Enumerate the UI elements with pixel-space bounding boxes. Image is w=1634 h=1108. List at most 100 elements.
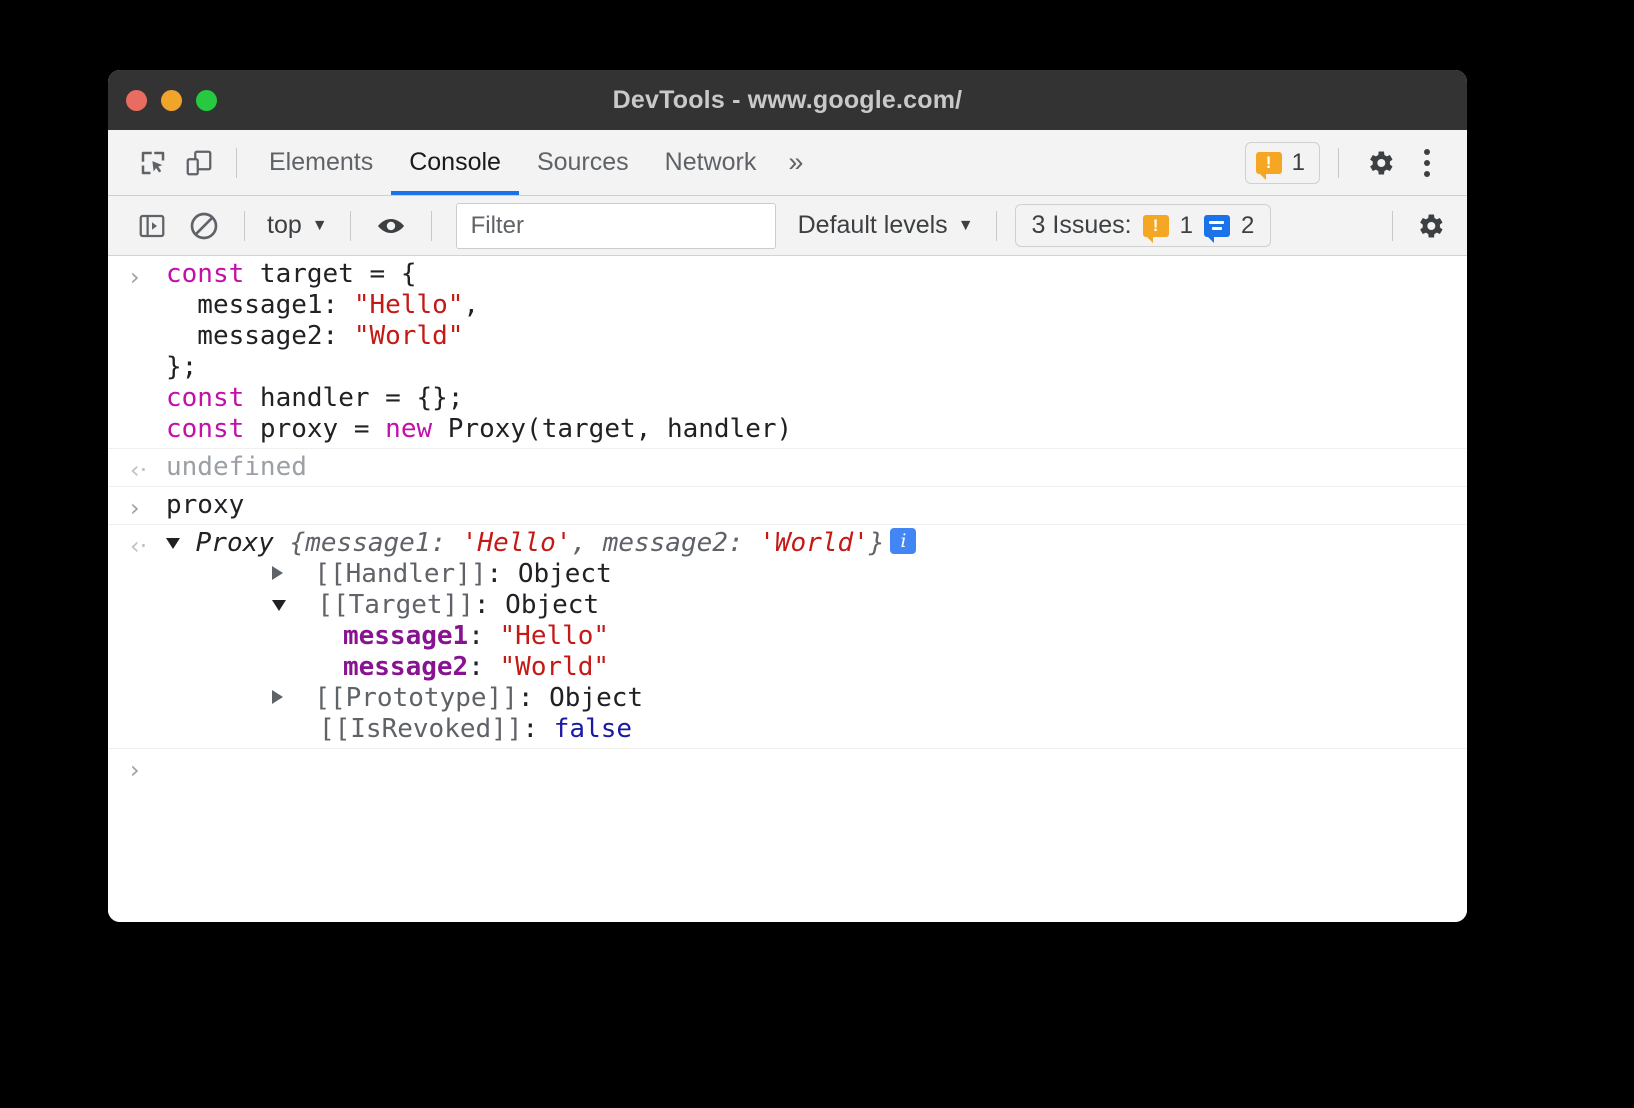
warning-count-chip[interactable]: ! 1 (1245, 142, 1320, 184)
code-token: } (869, 528, 885, 558)
console-message-list[interactable]: › const target = { message1: "Hello", mes… (108, 256, 1467, 922)
object-property-row[interactable]: [[Target]]: Object (166, 590, 1467, 621)
code-token: handler = {}; (244, 383, 463, 413)
console-sidebar-icon[interactable] (126, 203, 178, 249)
spacer (283, 683, 314, 713)
tab-network[interactable]: Network (647, 130, 775, 195)
code-token: [[Target]] (317, 590, 474, 620)
output-value: undefined (166, 452, 307, 482)
object-property-row[interactable]: message1: "Hello" (166, 621, 1467, 652)
code-token: [[Prototype]] (314, 683, 518, 713)
code-token: : (522, 714, 553, 744)
code-token: const (166, 259, 244, 289)
tab-network-label: Network (665, 148, 757, 176)
chevron-down-icon: ▼ (312, 217, 328, 235)
code-token: : (474, 590, 505, 620)
spacer (283, 559, 314, 589)
code-token: Proxy (196, 528, 274, 558)
console-prompt-row[interactable]: › (108, 749, 1467, 755)
clear-console-icon[interactable] (178, 203, 230, 249)
chevron-down-icon: ▼ (958, 217, 974, 235)
code-token: proxy (166, 490, 244, 520)
console-input-row[interactable]: › proxy (108, 487, 1467, 525)
code-token: "Hello" (354, 290, 464, 320)
console-toolbar: top ▼ Default levels ▼ 3 Issues: ! (108, 196, 1467, 256)
code-token: message2 (343, 652, 468, 682)
warning-bubble-icon: ! (1143, 215, 1169, 237)
input-prompt-icon: › (130, 493, 158, 524)
object-property-row[interactable]: [[IsRevoked]]: false (166, 714, 1467, 745)
close-window-button[interactable] (126, 90, 147, 111)
object-property-row[interactable]: message2: "World" (166, 652, 1467, 683)
code-token: const (166, 383, 244, 413)
input-prompt-icon: › (130, 755, 158, 786)
spacer (272, 714, 319, 744)
disclosure-triangle-down-icon[interactable] (272, 600, 286, 611)
tab-sources[interactable]: Sources (519, 130, 647, 195)
window-titlebar: DevTools - www.google.com/ (108, 70, 1467, 130)
console-output-row[interactable]: ‹· undefined (108, 449, 1467, 487)
tabbar-actions-divider (1338, 148, 1339, 178)
code-token: { (274, 528, 305, 558)
info-icon[interactable]: i (890, 528, 916, 554)
log-levels-selector[interactable]: Default levels ▼ (790, 211, 982, 240)
device-toolbar-icon[interactable] (176, 140, 222, 186)
output-arrow-icon: ‹· (130, 531, 158, 562)
code-token: message1: (166, 290, 354, 320)
tab-elements[interactable]: Elements (251, 130, 391, 195)
code-line: }; (166, 352, 1467, 383)
code-token: target = { (244, 259, 416, 289)
tabbar-divider (236, 148, 237, 178)
code-token: proxy = (244, 414, 385, 444)
code-line: const target = { (166, 259, 1467, 290)
code-token: Object (505, 590, 599, 620)
more-tabs-icon[interactable]: » (774, 147, 817, 178)
code-line: const handler = {}; (166, 383, 1467, 414)
code-token: : (518, 683, 549, 713)
code-token: const (166, 414, 244, 444)
code-token: [[Handler]] (314, 559, 486, 589)
input-prompt-icon: › (130, 262, 158, 293)
issues-warning-count: 1 (1180, 212, 1193, 240)
code-token: false (554, 714, 632, 744)
maximize-window-button[interactable] (196, 90, 217, 111)
minimize-window-button[interactable] (161, 90, 182, 111)
console-toolbar-divider-4 (996, 211, 997, 241)
code-token: message1 (343, 621, 468, 651)
issues-chip[interactable]: 3 Issues: ! 1 2 (1015, 204, 1272, 247)
console-object-output-row[interactable]: ‹· Proxy {message1: 'Hello', message2: '… (108, 525, 1467, 748)
console-input-row[interactable]: › const target = { message1: "Hello", mes… (108, 256, 1467, 449)
console-toolbar-divider-1 (244, 211, 245, 241)
window-title: DevTools - www.google.com/ (108, 86, 1467, 115)
issues-info-count: 2 (1241, 212, 1254, 240)
gear-icon[interactable] (1357, 140, 1403, 186)
object-property-row[interactable]: [[Handler]]: Object (166, 559, 1467, 590)
disclosure-triangle-right-icon[interactable] (272, 566, 283, 580)
live-expression-icon[interactable] (365, 203, 417, 249)
warning-bubble-icon: ! (1256, 152, 1282, 174)
console-toolbar-divider-3 (431, 211, 432, 241)
inspect-element-icon[interactable] (130, 140, 176, 186)
execution-context-selector[interactable]: top ▼ (259, 211, 336, 240)
code-token: : (487, 559, 518, 589)
object-preview-line[interactable]: Proxy {message1: 'Hello', message2: 'Wor… (166, 528, 1467, 559)
tab-console[interactable]: Console (391, 130, 519, 195)
traffic-lights (126, 90, 217, 111)
devtools-window: DevTools - www.google.com/ Elem (108, 70, 1467, 922)
filter-input-wrapper[interactable] (456, 203, 776, 249)
object-preview-text: Proxy {message1: 'Hello', message2: 'Wor… (196, 528, 885, 558)
kebab-menu-icon[interactable] (1407, 140, 1447, 186)
disclosure-triangle-down-icon[interactable] (166, 538, 180, 549)
console-toolbar-divider-5 (1392, 211, 1393, 241)
gear-icon[interactable] (1407, 203, 1453, 249)
disclosure-triangle-right-icon[interactable] (272, 690, 283, 704)
console-toolbar-right (1378, 203, 1453, 249)
tabbar-actions: ! 1 (1245, 140, 1447, 186)
output-arrow-icon: ‹· (130, 455, 158, 486)
code-token: "World" (500, 652, 610, 682)
console-toolbar-divider-2 (350, 211, 351, 241)
tab-elements-label: Elements (269, 148, 373, 176)
code-line: message1: "Hello", (166, 290, 1467, 321)
object-property-row[interactable]: [[Prototype]]: Object (166, 683, 1467, 714)
filter-input[interactable] (469, 211, 763, 241)
